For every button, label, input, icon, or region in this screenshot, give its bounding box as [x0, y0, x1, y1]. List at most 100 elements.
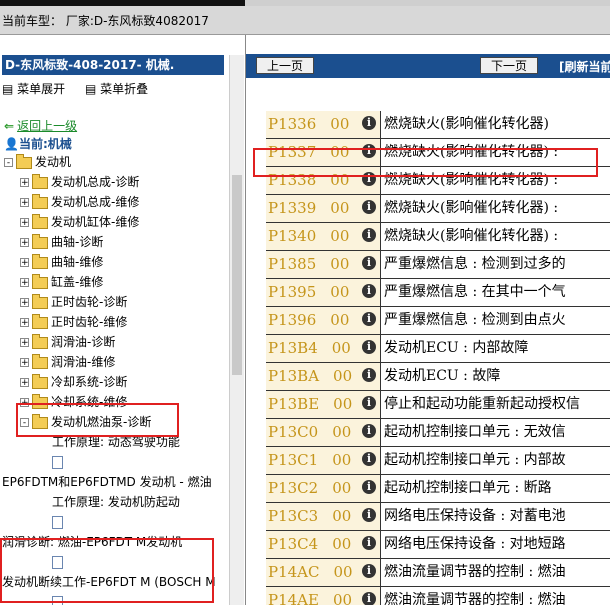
expand-icon[interactable]: +	[20, 358, 29, 368]
expand-icon[interactable]: +	[20, 218, 29, 228]
prev-page-button[interactable]: 上一页	[256, 57, 314, 74]
info-icon[interactable]: i	[362, 452, 376, 466]
tree-item[interactable]: + 发动机缸体-维修	[20, 213, 139, 231]
left-scroll-thumb[interactable]	[232, 175, 242, 375]
expand-icon[interactable]: +	[20, 238, 29, 248]
dtc-code: P1336	[268, 115, 317, 133]
table-row[interactable]: P13C4 00 i 网络电压保持设备 : 对地短路	[266, 531, 610, 559]
dtc-description: 严重爆燃信息 : 检测到过多的	[384, 256, 566, 272]
info-icon[interactable]: i	[362, 480, 376, 494]
table-row[interactable]: P13BE 00 i 停止和起动功能重新起动授权信	[266, 391, 610, 419]
dtc-description: 起动机控制接口单元 : 断路	[384, 480, 552, 496]
table-row[interactable]: P1385 00 i 严重爆燃信息 : 检测到过多的	[266, 251, 610, 279]
info-icon[interactable]: i	[362, 284, 376, 298]
table-row[interactable]: P14AC 00 i 燃油流量调节器的控制 : 燃油	[266, 559, 610, 587]
expand-icon[interactable]: +	[20, 378, 29, 388]
back-link[interactable]: ⇐ 返回上一级	[4, 117, 77, 134]
tree-item[interactable]	[52, 513, 66, 531]
folder-icon	[32, 333, 48, 349]
table-row[interactable]: P1396 00 i 严重爆燃信息 : 检测到由点火	[266, 307, 610, 335]
tree-item-label: 正时齿轮-诊断	[51, 295, 128, 309]
dtc-code: P1396	[268, 311, 317, 329]
next-page-button[interactable]: 下一页	[480, 57, 538, 74]
info-icon[interactable]: i	[362, 340, 376, 354]
info-icon[interactable]: i	[362, 368, 376, 382]
table-row[interactable]: P13B4 00 i 发动机ECU : 内部故障	[266, 335, 610, 363]
table-row[interactable]: P13C2 00 i 起动机控制接口单元 : 断路	[266, 475, 610, 503]
menu-expand-button[interactable]: ▤ 菜单展开	[2, 82, 73, 96]
folder-icon	[32, 233, 48, 249]
tree-item[interactable]: + 曲轴-维修	[20, 253, 103, 271]
dtc-code-cell: P13C4 00 i	[266, 531, 381, 558]
dtc-number: 00	[330, 255, 350, 273]
table-row[interactable]: P13C1 00 i 起动机控制接口单元 : 内部故	[266, 447, 610, 475]
dtc-code: P13BA	[268, 367, 320, 385]
tree-item-label: 工作原理: 发动机防起动	[52, 495, 180, 509]
info-icon[interactable]: i	[362, 592, 376, 605]
expand-icon[interactable]: +	[20, 318, 29, 328]
tree-item[interactable]: 工作原理: 发动机防起动	[52, 493, 180, 511]
info-icon[interactable]: i	[362, 228, 376, 242]
info-icon[interactable]: i	[362, 200, 376, 214]
dtc-code-cell: P14AE 00 i	[266, 587, 381, 605]
document-icon	[52, 516, 63, 529]
table-row[interactable]: P13C3 00 i 网络电压保持设备 : 对蓄电池	[266, 503, 610, 531]
collapse-icon[interactable]: -	[4, 158, 13, 168]
tree-item[interactable]: EP6FDTM和EP6FDTMD 发动机 - 燃油	[2, 473, 212, 491]
dtc-number: 00	[333, 367, 353, 385]
tree-item[interactable]: + 缸盖-维修	[20, 273, 103, 291]
dtc-number: 00	[332, 535, 352, 553]
info-icon[interactable]: i	[362, 508, 376, 522]
left-scrollbar[interactable]	[229, 55, 244, 605]
table-row[interactable]: P1395 00 i 严重爆燃信息 : 在其中一个气	[266, 279, 610, 307]
tree-item-label: EP6FDTM和EP6FDTMD 发动机 - 燃油	[2, 475, 212, 489]
folder-icon	[32, 313, 48, 329]
table-row[interactable]: P1339 00 i 燃烧缺火(影响催化转化器) :	[266, 195, 610, 223]
info-icon[interactable]: i	[362, 312, 376, 326]
tree-item[interactable]: + 冷却系统-诊断	[20, 373, 127, 391]
table-row[interactable]: P13BA 00 i 发动机ECU : 故障	[266, 363, 610, 391]
tree-item[interactable]: + 发动机总成-诊断	[20, 173, 139, 191]
tree-item[interactable]: - 发动机	[4, 153, 71, 171]
left-panel: D-东风标致-408-2017- 机械. ▤ 菜单展开 ▤ 菜单折叠 ⇐ 返回上一…	[0, 35, 246, 605]
tree-item[interactable]: + 发动机总成-维修	[20, 193, 139, 211]
expand-icon[interactable]: +	[20, 178, 29, 188]
tree-item[interactable]: + 润滑油-诊断	[20, 333, 115, 351]
menu-buttons: ▤ 菜单展开 ▤ 菜单折叠	[2, 80, 164, 97]
tree-item[interactable]: + 正时齿轮-诊断	[20, 293, 127, 311]
refresh-link[interactable]: [刷新当前	[559, 58, 610, 75]
tree-item[interactable]: + 润滑油-维修	[20, 353, 115, 371]
dtc-number: 00	[333, 563, 353, 581]
dtc-description: 发动机ECU : 内部故障	[384, 340, 529, 356]
expand-icon[interactable]: +	[20, 298, 29, 308]
info-icon[interactable]: i	[362, 536, 376, 550]
tree-item[interactable]	[52, 453, 66, 471]
table-row[interactable]: P1340 00 i 燃烧缺火(影响催化转化器) :	[266, 223, 610, 251]
vehicle-label: 当前车型： 厂家:D-东风标致4082017	[2, 14, 209, 28]
expand-icon[interactable]: +	[20, 258, 29, 268]
info-icon[interactable]: i	[362, 564, 376, 578]
info-icon[interactable]: i	[362, 256, 376, 270]
info-icon[interactable]: i	[362, 396, 376, 410]
dtc-code: P14AE	[268, 591, 319, 605]
left-title-bar: D-东风标致-408-2017- 机械.	[2, 55, 224, 75]
table-row[interactable]: P13C0 00 i 起动机控制接口单元 : 无效信	[266, 419, 610, 447]
info-icon[interactable]: i	[362, 424, 376, 438]
menu-collapse-button[interactable]: ▤ 菜单折叠	[85, 82, 156, 96]
dtc-description: 燃烧缺火(影响催化转化器) :	[384, 228, 559, 244]
info-icon[interactable]: i	[362, 116, 376, 130]
expand-icon[interactable]: +	[20, 338, 29, 348]
expand-icon[interactable]: +	[20, 278, 29, 288]
table-row[interactable]: P1336 00 i 燃烧缺火(影响催化转化器)	[266, 111, 610, 139]
tree-item[interactable]: + 正时齿轮-维修	[20, 313, 127, 331]
table-row[interactable]: P14AE 00 i 燃油流量调节器的控制 : 燃油	[266, 587, 610, 605]
dtc-code-cell: P13C1 00 i	[266, 447, 381, 474]
menu-collapse-label: 菜单折叠	[100, 82, 149, 96]
dtc-description: 严重爆燃信息 : 在其中一个气	[384, 284, 566, 300]
expand-icon[interactable]: +	[20, 198, 29, 208]
dtc-code-cell: P14AC 00 i	[266, 559, 381, 586]
current-location: 👤当前:机械	[4, 135, 72, 152]
tree-item[interactable]: + 曲轴-诊断	[20, 233, 103, 251]
dtc-number: 00	[332, 451, 352, 469]
dtc-code: P1339	[268, 199, 317, 217]
